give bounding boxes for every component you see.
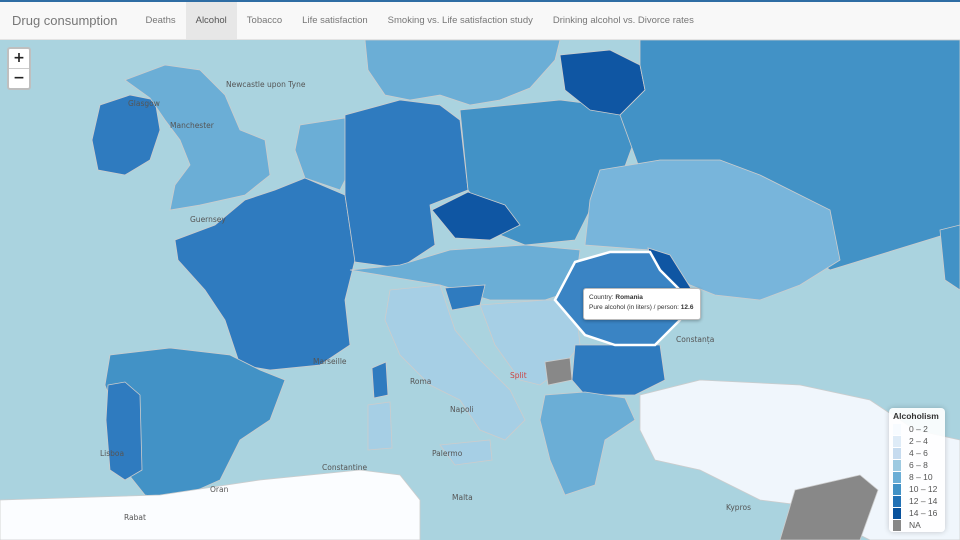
- legend-item: 0 – 2: [893, 423, 941, 435]
- legend-item: 4 – 6: [893, 447, 941, 459]
- legend-label: 4 – 6: [909, 448, 928, 458]
- tab-deaths[interactable]: Deaths: [136, 2, 186, 39]
- choropleth-map[interactable]: Newcastle upon Tyne Glasgow Manchester G…: [0, 40, 960, 540]
- legend-label: NA: [909, 520, 921, 530]
- navbar: Drug consumption Deaths Alcohol Tobacco …: [0, 0, 960, 40]
- city-roma: Roma: [410, 377, 431, 386]
- legend-label: 10 – 12: [909, 484, 938, 494]
- legend-swatch: [893, 507, 901, 519]
- region-kosovo[interactable]: [544, 357, 573, 386]
- city-kypros: Kypros: [726, 503, 751, 512]
- legend-items: 0 – 2 2 – 4 4 – 6 6 – 8 8 – 10 10 – 12 12 – 14…: [893, 423, 941, 531]
- tooltip-country-line: Country: Romania: [589, 293, 695, 303]
- legend-swatch: [893, 495, 901, 507]
- city-marseille: Marseille: [313, 357, 347, 366]
- city-lisboa: Lisboa: [100, 449, 124, 458]
- legend-item: 10 – 12: [893, 483, 941, 495]
- legend-swatch: [893, 423, 901, 435]
- legend-title: Alcoholism: [893, 411, 939, 421]
- tooltip-value-line: Pure alcohol (in liters) / person: 12.6: [589, 303, 695, 313]
- brand-title[interactable]: Drug consumption: [0, 2, 136, 39]
- legend-label: 0 – 2: [909, 424, 928, 434]
- legend-label: 8 – 10: [909, 472, 933, 482]
- city-palermo: Palermo: [432, 449, 463, 458]
- legend-swatch: [893, 459, 901, 471]
- tab-alcohol[interactable]: Alcohol: [185, 2, 237, 39]
- legend-swatch: [893, 483, 901, 495]
- city-constanta: Constanța: [676, 335, 714, 345]
- region-corsica[interactable]: [371, 361, 389, 399]
- legend-swatch: [893, 519, 901, 531]
- zoom-in-button[interactable]: +: [9, 49, 29, 69]
- tooltip-value: 12.6: [680, 304, 694, 311]
- zoom-control: + −: [7, 47, 31, 90]
- legend-item: NA: [893, 519, 941, 531]
- legend-swatch: [893, 435, 901, 447]
- city-guernsey: Guernsey: [190, 215, 226, 224]
- legend-swatch: [893, 447, 901, 459]
- tab-life-satisfaction[interactable]: Life satisfaction: [292, 2, 377, 39]
- tooltip-country-value: Romania: [615, 294, 643, 301]
- legend-item: 2 – 4: [893, 435, 941, 447]
- map-legend: Alcoholism 0 – 2 2 – 4 4 – 6 6 – 8 8 – 10 10 …: [889, 408, 945, 532]
- legend-label: 6 – 8: [909, 460, 928, 470]
- region-portugal[interactable]: [105, 381, 143, 481]
- city-napoli: Napoli: [450, 405, 474, 414]
- legend-item: 12 – 14: [893, 495, 941, 507]
- legend-item: 8 – 10: [893, 471, 941, 483]
- region-sardinia[interactable]: [367, 401, 393, 451]
- city-manchester: Manchester: [170, 121, 215, 130]
- legend-label: 2 – 4: [909, 436, 928, 446]
- tab-smoking-vs-life-satisfaction[interactable]: Smoking vs. Life satisfaction study: [378, 2, 543, 39]
- city-malta: Malta: [452, 493, 473, 502]
- city-split: Split: [510, 371, 527, 380]
- legend-label: 12 – 14: [909, 496, 938, 506]
- legend-label: 14 – 16: [909, 508, 938, 518]
- legend-item: 14 – 16: [893, 507, 941, 519]
- city-oran: Oran: [210, 485, 229, 494]
- city-rabat: Rabat: [124, 513, 146, 522]
- tab-tobacco[interactable]: Tobacco: [237, 2, 292, 39]
- legend-swatch: [893, 471, 901, 483]
- legend-item: 6 – 8: [893, 459, 941, 471]
- tooltip-country-label: Country:: [589, 294, 614, 301]
- country-tooltip: Country: Romania Pure alcohol (in liters…: [583, 288, 701, 320]
- city-newcastle: Newcastle upon Tyne: [226, 80, 306, 89]
- city-constantine: Constantine: [322, 463, 368, 472]
- city-glasgow: Glasgow: [128, 99, 160, 108]
- tab-alcohol-vs-divorce[interactable]: Drinking alcohol vs. Divorce rates: [543, 2, 704, 39]
- tooltip-value-label: Pure alcohol (in liters) / person:: [589, 304, 679, 311]
- zoom-out-button[interactable]: −: [9, 69, 29, 88]
